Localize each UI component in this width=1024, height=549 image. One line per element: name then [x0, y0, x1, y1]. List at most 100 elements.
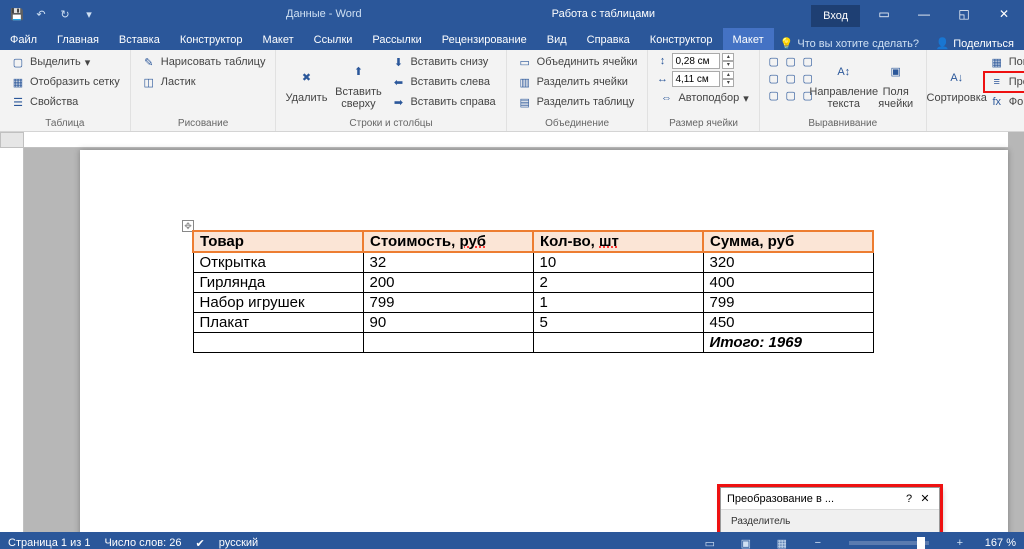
login-button[interactable]: Вход — [811, 5, 860, 27]
insert-left-button[interactable]: ⬅Вставить слева — [386, 73, 499, 91]
eraser-icon: ◫ — [141, 74, 157, 90]
save-icon[interactable]: 💾 — [8, 5, 26, 23]
ribbon-options-icon[interactable]: ▭ — [864, 0, 904, 28]
header-cell[interactable]: Кол-во, шт — [533, 231, 703, 252]
insert-above-button[interactable]: ⬆Вставить сверху — [334, 53, 382, 116]
header-cell[interactable]: Стоимость, руб — [363, 231, 533, 252]
spin-down-icon[interactable]: ▾ — [722, 61, 734, 69]
tab-insert[interactable]: Вставка — [109, 28, 170, 50]
undo-icon[interactable]: ↶ — [32, 5, 50, 23]
minimize-icon[interactable]: — — [904, 0, 944, 28]
tab-file[interactable]: Файл — [0, 28, 47, 50]
redo-icon[interactable]: ↻ — [56, 5, 74, 23]
horizontal-ruler[interactable] — [24, 132, 1008, 148]
group-title: Выравнивание — [766, 116, 920, 129]
table-row: Открытка3210320 — [193, 252, 873, 273]
radio-paragraph[interactable]: знак абзаца — [731, 531, 929, 532]
tab-help[interactable]: Справка — [577, 28, 640, 50]
tab-review[interactable]: Рецензирование — [432, 28, 537, 50]
read-mode-icon[interactable]: ▭ — [699, 534, 721, 549]
table-header-row: Товар Стоимость, руб Кол-во, шт Сумма, р… — [193, 231, 873, 252]
formula-button[interactable]: fxФормула — [985, 93, 1024, 111]
share-button[interactable]: 👤Поделиться — [926, 37, 1024, 50]
align-mr-icon[interactable]: ▢ — [800, 70, 816, 86]
dialog-title: Преобразование в ... — [727, 493, 901, 505]
spin-up-icon[interactable]: ▴ — [722, 53, 734, 61]
properties-button[interactable]: ☰Свойства — [6, 93, 124, 111]
tab-layout[interactable]: Макет — [253, 28, 304, 50]
insert-right-icon: ➡ — [390, 94, 406, 110]
align-tr-icon[interactable]: ▢ — [800, 53, 816, 69]
header-cell[interactable]: Товар — [193, 231, 363, 252]
insert-below-button[interactable]: ⬇Вставить снизу — [386, 53, 499, 71]
align-ml-icon[interactable]: ▢ — [766, 70, 782, 86]
zoom-slider[interactable] — [849, 541, 929, 545]
vertical-ruler[interactable] — [0, 148, 24, 532]
repeat-headers-button[interactable]: ▦Повторить строки заголовков — [985, 53, 1024, 71]
convert-icon: ≡ — [989, 74, 1005, 90]
chevron-down-icon: ▾ — [743, 92, 749, 105]
merge-cells-button[interactable]: ▭Объединить ячейки — [513, 53, 642, 71]
eraser-button[interactable]: ◫Ластик — [137, 73, 270, 91]
sort-button[interactable]: A↓Сортировка — [933, 53, 981, 116]
dialog-close-icon[interactable]: ✕ — [917, 492, 933, 505]
title-bar: 💾 ↶ ↻ ▾ Данные - Word Работа с таблицами… — [0, 0, 1024, 28]
col-width-input[interactable]: ↔▴▾ — [654, 71, 752, 87]
tab-design[interactable]: Конструктор — [170, 28, 253, 50]
tab-table-design[interactable]: Конструктор — [640, 28, 723, 50]
qat-dropdown-icon[interactable]: ▾ — [80, 5, 98, 23]
group-alignment: ▢▢▢ ▢▢▢ ▢▢▢ A↕Направление текста ▣Поля я… — [760, 50, 927, 131]
group-draw: ✎Нарисовать таблицу ◫Ластик Рисование — [131, 50, 277, 131]
text-direction-button[interactable]: A↕Направление текста — [820, 53, 868, 116]
tab-table-layout[interactable]: Макет — [723, 28, 774, 50]
close-icon[interactable]: ✕ — [984, 0, 1024, 28]
align-bc-icon[interactable]: ▢ — [783, 87, 799, 103]
header-cell[interactable]: Сумма, руб — [703, 231, 873, 252]
ruler-corner — [0, 132, 24, 148]
document-table[interactable]: Товар Стоимость, руб Кол-во, шт Сумма, р… — [192, 230, 874, 353]
page-status[interactable]: Страница 1 из 1 — [8, 537, 90, 549]
ribbon-tabs: Файл Главная Вставка Конструктор Макет С… — [0, 28, 1024, 50]
align-tl-icon[interactable]: ▢ — [766, 53, 782, 69]
restore-icon[interactable]: ◱ — [944, 0, 984, 28]
split-cells-button[interactable]: ▥Разделить ячейки — [513, 73, 642, 91]
zoom-out-icon[interactable]: − — [807, 534, 829, 549]
align-bl-icon[interactable]: ▢ — [766, 87, 782, 103]
insert-below-icon: ⬇ — [390, 54, 406, 70]
delete-button[interactable]: ✖Удалить — [282, 53, 330, 116]
align-mc-icon[interactable]: ▢ — [783, 70, 799, 86]
insert-right-button[interactable]: ➡Вставить справа — [386, 93, 499, 111]
insert-above-icon: ⬆ — [346, 60, 370, 84]
spellcheck-icon[interactable]: ✔ — [196, 537, 205, 549]
group-merge: ▭Объединить ячейки ▥Разделить ячейки ▤Ра… — [507, 50, 649, 131]
tab-mailings[interactable]: Рассылки — [362, 28, 431, 50]
group-rows-cols: ✖Удалить ⬆Вставить сверху ⬇Вставить сниз… — [276, 50, 506, 131]
web-layout-icon[interactable]: ▦ — [771, 534, 793, 549]
draw-table-button[interactable]: ✎Нарисовать таблицу — [137, 53, 270, 71]
convert-to-text-button[interactable]: ≡Преобразовать в текст — [985, 73, 1024, 91]
tell-me-search[interactable]: 💡Что вы хотите сделать? — [780, 37, 919, 50]
spin-down-icon[interactable]: ▾ — [722, 79, 734, 87]
zoom-in-icon[interactable]: + — [949, 534, 971, 549]
tab-home[interactable]: Главная — [47, 28, 109, 50]
cell-margins-button[interactable]: ▣Поля ячейки — [872, 53, 920, 116]
gridlines-button[interactable]: ▦Отобразить сетку — [6, 73, 124, 91]
separator-label: Разделитель — [731, 516, 929, 527]
row-height-input[interactable]: ↕▴▾ — [654, 53, 752, 69]
zoom-level[interactable]: 167 % — [985, 537, 1016, 549]
align-tc-icon[interactable]: ▢ — [783, 53, 799, 69]
print-layout-icon[interactable]: ▣ — [735, 534, 757, 549]
tab-view[interactable]: Вид — [537, 28, 577, 50]
table-row: Плакат905450 — [193, 313, 873, 333]
table-row: Набор игрушек7991799 — [193, 293, 873, 313]
autofit-button[interactable]: ⇔Автоподбор ▾ — [654, 89, 752, 107]
dialog-help-icon[interactable]: ? — [901, 493, 917, 505]
page[interactable]: ✥ Товар Стоимость, руб Кол-во, шт Сумма,… — [80, 150, 1008, 532]
tab-references[interactable]: Ссылки — [304, 28, 363, 50]
select-button[interactable]: ▢Выделить ▾ — [6, 53, 124, 71]
language-status[interactable]: русский — [219, 537, 258, 549]
spin-up-icon[interactable]: ▴ — [722, 71, 734, 79]
zoom-thumb[interactable] — [917, 537, 925, 549]
split-table-button[interactable]: ▤Разделить таблицу — [513, 93, 642, 111]
word-count[interactable]: Число слов: 26 — [104, 537, 181, 549]
